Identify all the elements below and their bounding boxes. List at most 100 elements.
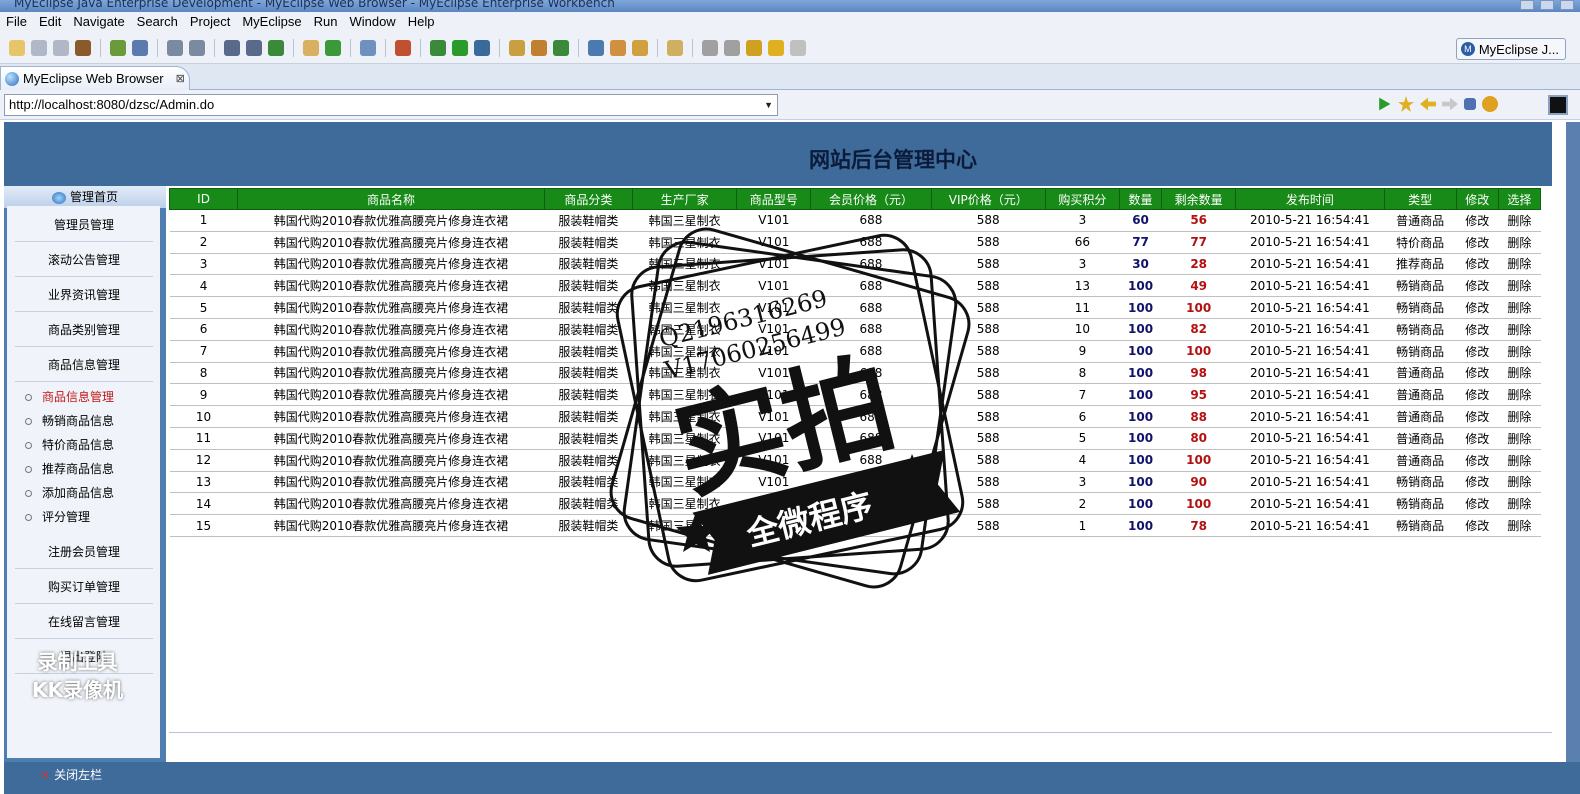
edit-link[interactable]: 修改 bbox=[1456, 514, 1499, 537]
delete-link[interactable]: 删除 bbox=[1498, 449, 1541, 472]
edit-link[interactable]: 修改 bbox=[1456, 383, 1499, 407]
edit-link[interactable]: 修改 bbox=[1456, 362, 1499, 385]
sidebar-group-3[interactable]: 商品类别管理 bbox=[15, 313, 153, 347]
toolbar-tool-icon[interactable] bbox=[667, 39, 683, 56]
go-icon[interactable] bbox=[1379, 97, 1391, 111]
menu-run[interactable]: Run bbox=[308, 12, 344, 32]
toolbar-tool-icon[interactable] bbox=[189, 39, 205, 56]
toolbar-tool-icon[interactable] bbox=[31, 39, 47, 56]
toolbar-tool-icon[interactable] bbox=[553, 39, 569, 56]
toolbar-tool-icon[interactable] bbox=[430, 39, 446, 56]
edit-link[interactable]: 修改 bbox=[1456, 492, 1499, 516]
perspective-button[interactable]: M MyEclipse J... bbox=[1455, 38, 1566, 60]
toolbar-tool-icon[interactable] bbox=[588, 39, 604, 56]
toolbar-tool-icon[interactable] bbox=[474, 39, 490, 56]
edit-link[interactable]: 修改 bbox=[1456, 427, 1499, 450]
favorites-icon[interactable] bbox=[1398, 96, 1414, 112]
toolbar-tool-icon[interactable] bbox=[9, 39, 25, 56]
toolbar-tool-icon[interactable] bbox=[167, 39, 183, 56]
sidebar-item-2[interactable]: 特价商品信息 bbox=[25, 435, 114, 455]
edit-link[interactable]: 修改 bbox=[1456, 296, 1499, 319]
delete-link[interactable]: 删除 bbox=[1498, 340, 1541, 363]
delete-link[interactable]: 删除 bbox=[1498, 318, 1541, 341]
toolbar-tool-icon[interactable] bbox=[452, 39, 468, 56]
toolbar-tool-icon[interactable] bbox=[790, 39, 806, 56]
edit-link[interactable]: 修改 bbox=[1456, 231, 1499, 254]
toolbar-tool-icon[interactable] bbox=[75, 39, 91, 56]
sidebar-item-5[interactable]: 评分管理 bbox=[25, 507, 90, 527]
close-window-button[interactable] bbox=[1560, 0, 1574, 10]
url-input[interactable]: http://localhost:8080/dzsc/Admin.do ▼ bbox=[4, 94, 778, 116]
menu-myeclipse[interactable]: MyEclipse bbox=[236, 12, 307, 32]
edit-link[interactable]: 修改 bbox=[1456, 471, 1499, 494]
edit-link[interactable]: 修改 bbox=[1456, 274, 1499, 298]
forward-icon[interactable] bbox=[1442, 97, 1458, 111]
toolbar-tool-icon[interactable] bbox=[768, 39, 784, 56]
delete-link[interactable]: 删除 bbox=[1498, 383, 1541, 407]
toolbar-tool-icon[interactable] bbox=[746, 39, 762, 56]
minimize-button[interactable] bbox=[1520, 0, 1534, 10]
close-sidebar-link[interactable]: 关闭左栏 bbox=[40, 766, 102, 783]
toolbar-tool-icon[interactable] bbox=[531, 39, 547, 56]
delete-link[interactable]: 删除 bbox=[1498, 296, 1541, 319]
delete-link[interactable]: 删除 bbox=[1498, 427, 1541, 450]
sidebar-item-1[interactable]: 畅销商品信息 bbox=[25, 411, 114, 431]
delete-link[interactable]: 删除 bbox=[1498, 362, 1541, 385]
sidebar-group-0[interactable]: 管理员管理 bbox=[15, 208, 153, 242]
toolbar-tool-icon[interactable] bbox=[132, 39, 148, 56]
sidebar-group2-1[interactable]: 购买订单管理 bbox=[15, 570, 153, 604]
menu-edit[interactable]: Edit bbox=[33, 12, 67, 32]
chevron-down-icon[interactable]: ▼ bbox=[764, 95, 773, 115]
sidebar-group-2[interactable]: 业界资讯管理 bbox=[15, 278, 153, 312]
sidebar-item-0[interactable]: 商品信息管理 bbox=[25, 387, 114, 407]
delete-link[interactable]: 删除 bbox=[1498, 471, 1541, 494]
menu-project[interactable]: Project bbox=[184, 12, 236, 32]
toolbar-tool-icon[interactable] bbox=[702, 39, 718, 56]
refresh-icon[interactable] bbox=[1482, 96, 1498, 112]
stop-icon[interactable] bbox=[1464, 98, 1476, 110]
toolbar-tool-icon[interactable] bbox=[509, 39, 525, 56]
delete-link[interactable]: 删除 bbox=[1498, 274, 1541, 298]
tab-web-browser[interactable]: MyEclipse Web Browser ⊠ bbox=[0, 66, 190, 90]
toolbar-tool-icon[interactable] bbox=[303, 39, 319, 56]
toolbar-tool-icon[interactable] bbox=[246, 39, 262, 56]
edit-link[interactable]: 修改 bbox=[1456, 209, 1499, 232]
toolbar-tool-icon[interactable] bbox=[724, 39, 740, 56]
close-tab-icon[interactable]: ⊠ bbox=[176, 72, 185, 85]
menu-window[interactable]: Window bbox=[343, 12, 401, 32]
toolbar-tool-icon[interactable] bbox=[395, 39, 411, 56]
sidebar-home[interactable]: 管理首页 bbox=[4, 186, 166, 208]
edit-link[interactable]: 修改 bbox=[1456, 340, 1499, 363]
sidebar-item-4[interactable]: 添加商品信息 bbox=[25, 483, 114, 503]
menu-navigate[interactable]: Navigate bbox=[67, 12, 130, 32]
delete-link[interactable]: 删除 bbox=[1498, 405, 1541, 428]
delete-link[interactable]: 删除 bbox=[1498, 253, 1541, 276]
toolbar-tool-icon[interactable] bbox=[360, 39, 376, 56]
table-cell: 82 bbox=[1161, 318, 1236, 341]
edit-link[interactable]: 修改 bbox=[1456, 449, 1499, 472]
menu-help[interactable]: Help bbox=[402, 12, 441, 32]
menu-file[interactable]: File bbox=[0, 12, 33, 32]
toolbar-tool-icon[interactable] bbox=[110, 39, 126, 56]
menu-search[interactable]: Search bbox=[131, 12, 184, 32]
delete-link[interactable]: 删除 bbox=[1498, 514, 1541, 537]
toolbar-tool-icon[interactable] bbox=[53, 39, 69, 56]
maximize-button[interactable] bbox=[1540, 0, 1554, 10]
sidebar-group-1[interactable]: 滚动公告管理 bbox=[15, 243, 153, 277]
toolbar-tool-icon[interactable] bbox=[610, 39, 626, 56]
sidebar-group2-2[interactable]: 在线留言管理 bbox=[15, 605, 153, 639]
toolbar-tool-icon[interactable] bbox=[632, 39, 648, 56]
delete-link[interactable]: 删除 bbox=[1498, 231, 1541, 254]
sidebar-item-3[interactable]: 推荐商品信息 bbox=[25, 459, 114, 479]
delete-link[interactable]: 删除 bbox=[1498, 209, 1541, 232]
back-icon[interactable] bbox=[1420, 97, 1436, 111]
delete-link[interactable]: 删除 bbox=[1498, 492, 1541, 516]
toolbar-tool-icon[interactable] bbox=[268, 39, 284, 56]
sidebar-group-4[interactable]: 商品信息管理 bbox=[15, 348, 153, 382]
toolbar-tool-icon[interactable] bbox=[224, 39, 240, 56]
edit-link[interactable]: 修改 bbox=[1456, 318, 1499, 341]
edit-link[interactable]: 修改 bbox=[1456, 405, 1499, 428]
toolbar-tool-icon[interactable] bbox=[325, 39, 341, 56]
sidebar-group2-0[interactable]: 注册会员管理 bbox=[15, 535, 153, 569]
edit-link[interactable]: 修改 bbox=[1456, 253, 1499, 276]
